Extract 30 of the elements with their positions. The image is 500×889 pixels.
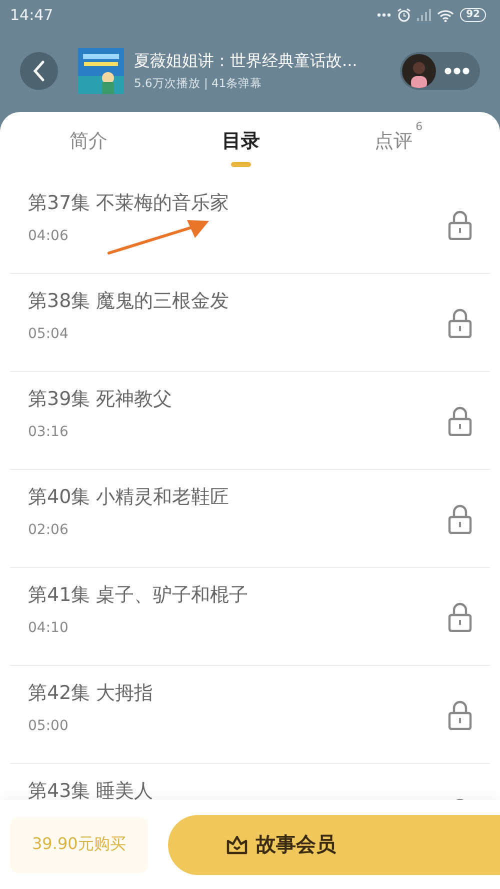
episode-duration: 05:00	[28, 718, 70, 734]
clock-time: 14:47	[10, 6, 54, 24]
episode-title[interactable]: 第40集 小精灵和老鞋匠	[28, 484, 448, 510]
membership-button[interactable]: 故事会员	[168, 814, 500, 874]
episode-duration: 04:06	[28, 228, 70, 244]
alarm-icon	[397, 8, 412, 22]
episode-duration: 04:10	[28, 620, 70, 636]
episode-title[interactable]: 第39集 死神教父	[28, 386, 448, 412]
episode-title[interactable]: 第41集 桌子、驴子和棍子	[28, 582, 448, 608]
player-pill[interactable]	[400, 52, 480, 90]
tab[interactable]: 简介	[12, 112, 165, 176]
play-stats: 5.6万次播放 | 41条弹幕	[134, 76, 264, 91]
episode-title[interactable]: 第42集 大拇指	[28, 680, 448, 706]
more-dots-icon	[377, 13, 392, 17]
signal-icon	[417, 9, 432, 21]
tab[interactable]: 目录	[164, 112, 318, 176]
episode-duration: 05:04	[28, 326, 70, 342]
back-button[interactable]	[20, 52, 58, 90]
crown-basket-icon	[226, 834, 248, 854]
album-title: 夏薇姐姐讲：世界经典童话故...	[134, 51, 358, 72]
episode-title[interactable]: 第37集 不莱梅的音乐家	[28, 190, 448, 216]
review-count: 6	[416, 120, 423, 133]
episode-duration: 03:16	[28, 424, 70, 440]
back-chevron-icon	[32, 60, 46, 82]
battery-level: 92	[460, 8, 486, 22]
episode-title[interactable]: 第38集 魔鬼的三根金发	[28, 288, 448, 314]
episode-duration: 02:06	[28, 522, 70, 538]
wifi-icon	[437, 8, 454, 22]
episode-title[interactable]: 第43集 睡美人	[28, 778, 448, 800]
more-dots-icon[interactable]	[444, 67, 470, 75]
